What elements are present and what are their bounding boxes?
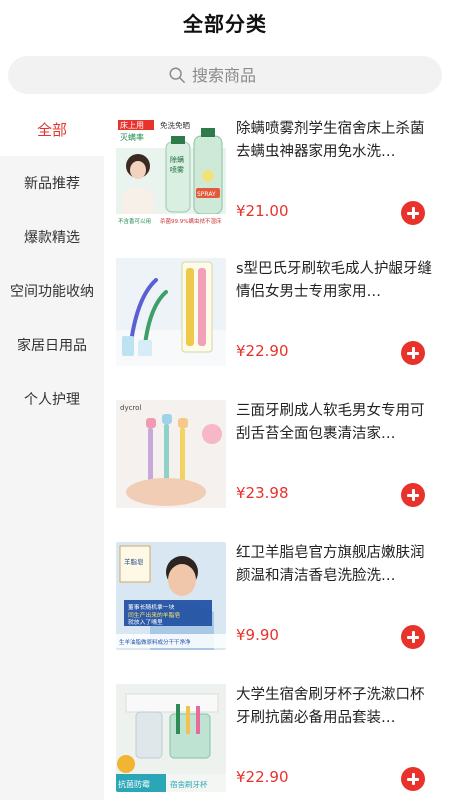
product-price: ¥23.98 [236, 484, 289, 502]
search-inner[interactable] [8, 56, 442, 94]
product-title[interactable]: 大学生宿舍刷牙杯子洗漱口杯牙刷抗菌必备用品套装… [236, 684, 436, 730]
svg-text:抗菌防霉: 抗菌防霉 [118, 779, 150, 789]
product-card[interactable]: dycrol 三面牙刷成人软毛男女专用可刮舌苔全面包裹清洁家… ¥23.98 [104, 384, 450, 524]
svg-text:灭螨率: 灭螨率 [120, 132, 144, 142]
add-to-cart-plus-icon[interactable] [401, 483, 425, 507]
add-to-cart-plus-icon[interactable] [401, 767, 425, 791]
svg-text:床上用: 床上用 [120, 120, 144, 130]
sidebar-item-hot[interactable]: 爆款精选 [0, 210, 104, 264]
svg-text:SPRAY: SPRAY [197, 191, 216, 198]
product-price: ¥9.90 [236, 626, 279, 644]
add-to-cart-plus-icon[interactable] [401, 625, 425, 649]
svg-text:同生产出来的羊脂皂: 同生产出来的羊脂皂 [128, 611, 180, 619]
toothbrush-product-image [116, 258, 226, 366]
search-icon [169, 67, 185, 83]
top-bar: 全部分类 [0, 0, 450, 50]
page-title: 全部分类 [183, 12, 267, 36]
add-to-cart-plus-icon[interactable] [401, 341, 425, 365]
product-price: ¥22.90 [236, 342, 289, 360]
three-sided-toothbrush-image: dycrol [116, 400, 226, 508]
product-image[interactable]: dycrol [116, 400, 226, 508]
svg-text:生羊油脂做原料成分干干净净: 生羊油脂做原料成分干干净净 [119, 638, 191, 646]
svg-text:就放入了嘴里: 就放入了嘴里 [128, 618, 163, 626]
svg-text:宿舍刷牙杯: 宿舍刷牙杯 [170, 779, 208, 789]
product-image[interactable]: 床上用 免洗免晒 灭螨率 除螨 喷雾 SPRAY 不含香可以用 杀菌99.9%螨… [116, 118, 226, 226]
category-sidebar: 全部 新品推荐 爆款精选 空间功能收纳 家居日用品 个人护理 [0, 102, 104, 800]
search-input[interactable] [192, 65, 282, 85]
sidebar-item-storage[interactable]: 空间功能收纳 [0, 264, 104, 318]
product-image[interactable] [116, 258, 226, 366]
product-title[interactable]: 除螨喷雾剂学生宿舍床上杀菌去螨虫神器家用免水洗… [236, 118, 436, 164]
product-card[interactable]: 羊脂皂 董事长随机拿一块 同生产出来的羊脂皂 就放入了嘴里 生羊油脂做原料成分干… [104, 526, 450, 666]
svg-text:免洗免晒: 免洗免晒 [160, 120, 190, 130]
svg-text:董事长随机拿一块: 董事长随机拿一块 [128, 603, 175, 611]
product-image[interactable]: 羊脂皂 董事长随机拿一块 同生产出来的羊脂皂 就放入了嘴里 生羊油脂做原料成分干… [116, 542, 226, 650]
svg-text:不含香可以用: 不含香可以用 [118, 217, 151, 225]
sidebar-item-personal-care[interactable]: 个人护理 [0, 372, 104, 426]
product-title[interactable]: 红卫羊脂皂官方旗舰店嫩肤润颜温和清洁香皂洗脸洗… [236, 542, 436, 588]
product-list: 床上用 免洗免晒 灭螨率 除螨 喷雾 SPRAY 不含香可以用 杀菌99.9%螨… [104, 102, 450, 800]
product-price: ¥22.90 [236, 768, 289, 786]
soap-product-image: 羊脂皂 董事长随机拿一块 同生产出来的羊脂皂 就放入了嘴里 生羊油脂做原料成分干… [116, 542, 226, 650]
product-image[interactable]: 抗菌防霉 宿舍刷牙杯 [116, 684, 226, 792]
svg-text:除螨: 除螨 [170, 155, 184, 164]
product-card[interactable]: 床上用 免洗免晒 灭螨率 除螨 喷雾 SPRAY 不含香可以用 杀菌99.9%螨… [104, 102, 450, 242]
product-card[interactable]: s型巴氏牙刷软毛成人护龈牙缝情侣女男士专用家用… ¥22.90 [104, 242, 450, 382]
svg-text:dycrol: dycrol [120, 404, 141, 412]
product-title[interactable]: s型巴氏牙刷软毛成人护龈牙缝情侣女男士专用家用… [236, 258, 436, 304]
product-title[interactable]: 三面牙刷成人软毛男女专用可刮舌苔全面包裹清洁家… [236, 400, 436, 446]
search-bar[interactable] [8, 56, 442, 94]
product-card[interactable]: 抗菌防霉 宿舍刷牙杯 大学生宿舍刷牙杯子洗漱口杯牙刷抗菌必备用品套装… ¥22.… [104, 668, 450, 800]
toothbrush-cup-set-image: 抗菌防霉 宿舍刷牙杯 [116, 684, 226, 792]
product-price: ¥21.00 [236, 202, 289, 220]
svg-text:杀菌99.9%螨虫祛不湿床: 杀菌99.9%螨虫祛不湿床 [160, 217, 222, 225]
svg-text:喷雾: 喷雾 [170, 165, 184, 174]
sidebar-item-new[interactable]: 新品推荐 [0, 156, 104, 210]
sidebar-item-all[interactable]: 全部 [0, 102, 104, 156]
add-to-cart-plus-icon[interactable] [401, 201, 425, 225]
sidebar-item-household[interactable]: 家居日用品 [0, 318, 104, 372]
spray-product-image: 床上用 免洗免晒 灭螨率 除螨 喷雾 SPRAY 不含香可以用 杀菌99.9%螨… [116, 118, 226, 226]
svg-text:羊脂皂: 羊脂皂 [124, 557, 144, 566]
